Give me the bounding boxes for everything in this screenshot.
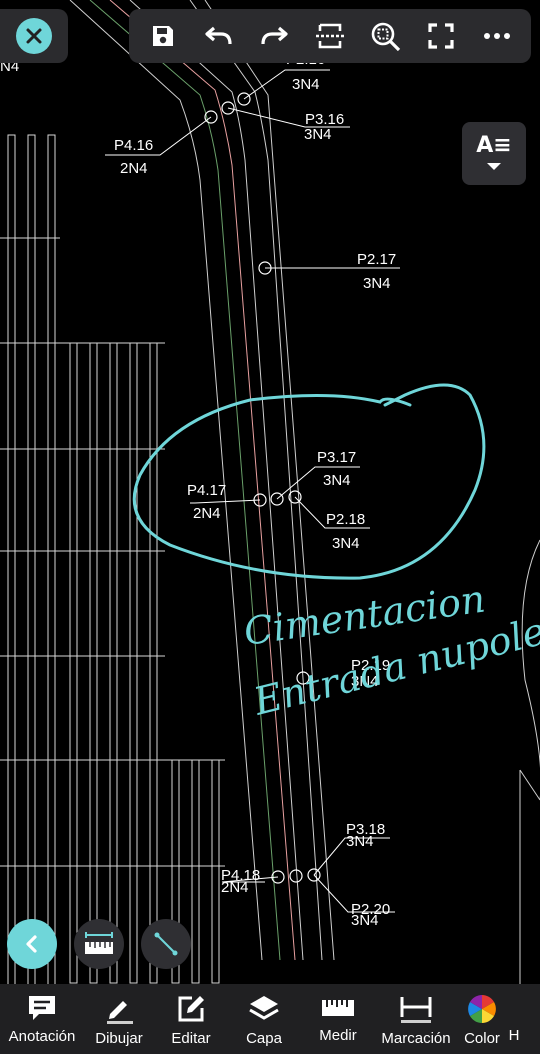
tab-measure-label: Medir (319, 1027, 357, 1044)
fit-width-button[interactable] (308, 14, 352, 58)
zoom-area-button[interactable] (364, 14, 408, 58)
redo-icon (261, 26, 288, 45)
close-button[interactable] (16, 18, 52, 54)
layers-icon (249, 996, 279, 1020)
close-panel (0, 9, 68, 63)
label-p4-16: P4.16 (114, 137, 153, 154)
bottom-toolbar: Anotación Dibujar Editar Capa Medir Marc… (0, 984, 540, 1054)
structural-grid (0, 134, 225, 986)
edit-icon (178, 996, 204, 1022)
text-style-button[interactable]: A≡ (462, 122, 526, 185)
label-p4-17-sub: 2N4 (193, 505, 221, 522)
fit-width-icon (315, 23, 344, 49)
undo-icon (204, 26, 232, 45)
label-p3-16-sub: 3N4 (304, 126, 332, 143)
measure-line-button[interactable] (141, 919, 191, 969)
top-toolbar (129, 9, 531, 63)
label-n4-top: 3N4 (292, 76, 320, 93)
tab-edit[interactable]: Editar (154, 984, 228, 1047)
more-button[interactable] (475, 14, 519, 58)
close-icon (26, 28, 42, 44)
tab-layer-label: Capa (246, 1030, 282, 1047)
leader-lines (105, 69, 400, 913)
fullscreen-button[interactable] (419, 14, 463, 58)
tab-partial[interactable]: H (508, 984, 520, 1044)
label-p4-18-sub: 2N4 (221, 879, 249, 896)
label-p2-17: P2.17 (357, 251, 396, 268)
tab-dimension-label: Marcación (381, 1030, 451, 1047)
zoom-area-icon (371, 22, 400, 51)
tab-draw[interactable]: Dibujar (84, 984, 154, 1047)
tab-annotation-label: Anotación (8, 1028, 76, 1045)
more-icon (484, 33, 511, 39)
undo-button[interactable] (197, 14, 241, 58)
tab-draw-label: Dibujar (95, 1030, 143, 1047)
label-p3-17: P3.17 (317, 449, 356, 466)
label-p4-17: P4.17 (187, 482, 226, 499)
save-button[interactable] (141, 14, 185, 58)
pencil-icon (107, 1001, 133, 1024)
tab-measure[interactable]: Medir (300, 984, 376, 1044)
ruler-icon (322, 999, 354, 1016)
line-segment-icon (154, 932, 178, 956)
label-p3-18-sub: 3N4 (346, 833, 374, 850)
fullscreen-icon (428, 23, 454, 49)
text-style-label: A≡ (476, 132, 512, 158)
label-p2-17-sub: 3N4 (363, 275, 391, 292)
collapse-button[interactable] (7, 919, 57, 969)
dimension-icon (400, 997, 432, 1023)
comment-icon (29, 996, 55, 1020)
color-wheel-icon (468, 995, 496, 1023)
tab-color[interactable]: Color (456, 984, 508, 1047)
chevron-down-icon (487, 162, 501, 170)
label-p3-17-sub: 3N4 (323, 472, 351, 489)
tab-annotation[interactable]: Anotación (0, 984, 84, 1045)
label-p4-16-sub: 2N4 (120, 160, 148, 177)
tab-layer[interactable]: Capa (228, 984, 300, 1047)
tab-partial-label: H (508, 1027, 520, 1044)
redo-button[interactable] (252, 14, 296, 58)
hand-annotation[interactable]: Cimentacion Entrada nupoles (132, 383, 540, 724)
save-icon (152, 26, 173, 46)
tab-color-label: Color (464, 1030, 500, 1047)
label-p2-18-sub: 3N4 (332, 535, 360, 552)
ruler-measure-icon (85, 932, 113, 954)
label-p2-18: P2.18 (326, 511, 365, 528)
cad-drawing-canvas[interactable]: P2.16 3N4 P3.16 3N4 P4.16 2N4 P2.17 3N4 … (0, 0, 540, 1054)
chevron-left-icon (26, 935, 37, 953)
tab-dimension[interactable]: Marcación (376, 984, 456, 1047)
measure-length-button[interactable] (74, 919, 124, 969)
tab-edit-label: Editar (171, 1030, 211, 1047)
label-p2-20-sub: 3N4 (351, 912, 379, 929)
